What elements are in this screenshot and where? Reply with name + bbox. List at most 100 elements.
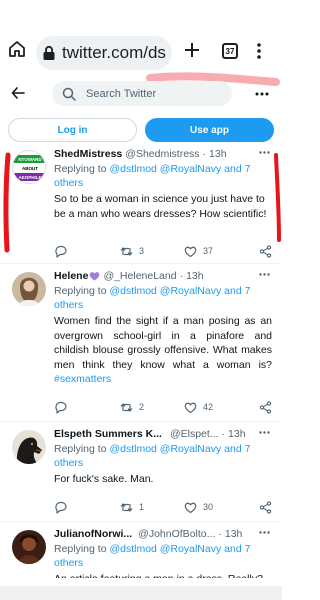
share-icon (259, 244, 272, 258)
login-button[interactable]: Log in (8, 118, 137, 142)
bottom-fade (0, 578, 282, 586)
reply-mentions[interactable]: @dstlmod @RoyalNavy (109, 543, 221, 555)
tweet-actions: 3 37 (54, 244, 272, 258)
retweet-icon (120, 402, 133, 412)
like-count: 30 (203, 502, 214, 512)
reply-mentions[interactable]: @dstlmod @RoyalNavy (109, 285, 221, 297)
replying-to: Replying to @dstlmod @RoyalNavy and 7 ot… (54, 442, 272, 470)
tweet-author-handle[interactable]: @JohnOfBolto... (138, 528, 215, 540)
retweet-count: 3 (139, 246, 145, 256)
plus-icon[interactable] (184, 42, 200, 58)
retweet-count: 1 (139, 502, 145, 512)
retweet-button[interactable]: 3 (120, 244, 144, 258)
like-button[interactable]: 42 (184, 400, 213, 414)
auth-bar: Log in Use app (0, 118, 282, 142)
replying-to: Replying to @dstlmod @RoyalNavy and 7 ot… (54, 284, 272, 312)
avatar-image (12, 272, 46, 306)
reply-prefix: Replying to (54, 163, 110, 175)
tweet-author-handle[interactable]: @Shedmistress (125, 148, 199, 160)
tweet-time[interactable]: 13h (225, 528, 243, 540)
more-horizontal-icon[interactable] (255, 92, 269, 96)
search-icon (62, 87, 76, 101)
avatar[interactable] (12, 530, 46, 564)
tweet-text: So to be a woman in science you just hav… (54, 193, 267, 220)
twitter-header: Search Twitter (0, 76, 282, 112)
retweet-count: 2 (139, 402, 145, 412)
retweet-icon (120, 502, 133, 512)
tweet-body: JulianofNorwi... @JohnOfBolto... · 13h R… (54, 526, 272, 586)
avatar-image (12, 530, 46, 564)
retweet-button[interactable]: 1 (120, 500, 144, 514)
tweet-text: For fuck's sake. Man. (54, 473, 154, 485)
search-input[interactable]: Search Twitter (52, 81, 232, 106)
home-icon[interactable] (8, 40, 26, 58)
reply-icon (55, 401, 67, 414)
tweet-author-name[interactable]: JulianofNorwi... (54, 528, 132, 540)
reply-button[interactable] (54, 500, 73, 514)
tweet-author-name[interactable]: ShedMistress (54, 148, 122, 160)
more-horizontal-icon[interactable] (259, 151, 270, 154)
hashtag-link[interactable]: #sexmatters (54, 373, 111, 385)
avatar[interactable] (12, 272, 46, 306)
tweet-text: Women find the sight if a man posing as … (54, 315, 272, 371)
reply-prefix: Replying to (54, 543, 110, 555)
reply-icon (55, 501, 67, 514)
retweet-icon (120, 246, 133, 256)
separator-dot: · (179, 269, 184, 282)
reply-mentions[interactable]: @dstlmod @RoyalNavy (109, 443, 221, 455)
back-arrow-icon[interactable] (11, 86, 25, 100)
more-horizontal-icon[interactable] (259, 431, 270, 434)
share-button[interactable] (259, 400, 272, 414)
tweet-item[interactable]: NTOWARD ABOUT AEOPHILE ShedMistress @She… (0, 146, 282, 264)
like-count: 42 (203, 402, 214, 412)
avatar-label-2: ABOUT (22, 166, 38, 171)
tweet-item[interactable]: Elspeth Summers K... @Elspet... · 13h Re… (0, 426, 282, 522)
avatar[interactable] (12, 430, 46, 464)
separator-dot: · (202, 147, 207, 160)
like-button[interactable]: 37 (184, 244, 213, 258)
reply-mentions[interactable]: @dstlmod @RoyalNavy (109, 163, 221, 175)
use-app-button[interactable]: Use app (145, 118, 274, 142)
tweet-author-name[interactable]: Elspeth Summers K... (54, 428, 162, 440)
avatar-image (12, 430, 46, 464)
heart-icon (184, 246, 197, 257)
like-button[interactable]: 30 (184, 500, 213, 514)
more-vertical-icon[interactable] (256, 43, 262, 59)
lock-icon[interactable] (42, 45, 56, 61)
avatar-label-3: AEOPHILE (18, 175, 42, 180)
reply-prefix: Replying to (54, 443, 110, 455)
tweet-text-container: Women find the sight if a man posing as … (54, 314, 272, 387)
reply-icon (55, 245, 67, 258)
replying-to: Replying to @dstlmod @RoyalNavy and 7 ot… (54, 162, 272, 190)
tweet-author-handle[interactable]: @_HeleneLand (103, 270, 176, 282)
tweet-time[interactable]: 13h (186, 270, 204, 282)
tweet-body: Helene @_HeleneLand · 13h Replying to @d… (54, 268, 272, 387)
avatar[interactable]: NTOWARD ABOUT AEOPHILE (12, 150, 46, 184)
tweet-body: Elspeth Summers K... @Elspet... · 13h Re… (54, 426, 272, 487)
reply-button[interactable] (54, 244, 73, 258)
tweet-time[interactable]: 13h (228, 428, 246, 440)
reply-button[interactable] (54, 400, 73, 414)
search-placeholder: Search Twitter (86, 87, 157, 100)
tweet-time[interactable]: 13h (209, 148, 227, 160)
more-horizontal-icon[interactable] (259, 273, 270, 276)
tweet-item[interactable]: JulianofNorwi... @JohnOfBolto... · 13h R… (0, 526, 282, 586)
replying-to: Replying to @dstlmod @RoyalNavy and 7 ot… (54, 542, 272, 570)
avatar-label-1: NTOWARD (18, 157, 42, 162)
tab-count: 37 (225, 46, 235, 56)
tweet-item[interactable]: Helene @_HeleneLand · 13h Replying to @d… (0, 268, 282, 422)
heart-icon (184, 502, 197, 513)
tweet-body: ShedMistress @Shedmistress · 13h Replyin… (54, 146, 272, 221)
tab-switcher-button[interactable]: 37 (222, 43, 238, 59)
purple-heart-icon (90, 271, 100, 281)
separator-dot: · (221, 427, 226, 440)
retweet-button[interactable]: 2 (120, 400, 144, 414)
more-horizontal-icon[interactable] (259, 531, 270, 534)
tweet-author-name[interactable]: Helene (54, 270, 88, 282)
tweet-author-handle[interactable]: @Elspet... (170, 428, 219, 440)
share-button[interactable] (259, 500, 272, 514)
separator-dot: · (218, 527, 222, 540)
share-button[interactable] (259, 244, 272, 258)
heart-icon (184, 402, 197, 413)
reply-prefix: Replying to (54, 285, 110, 297)
